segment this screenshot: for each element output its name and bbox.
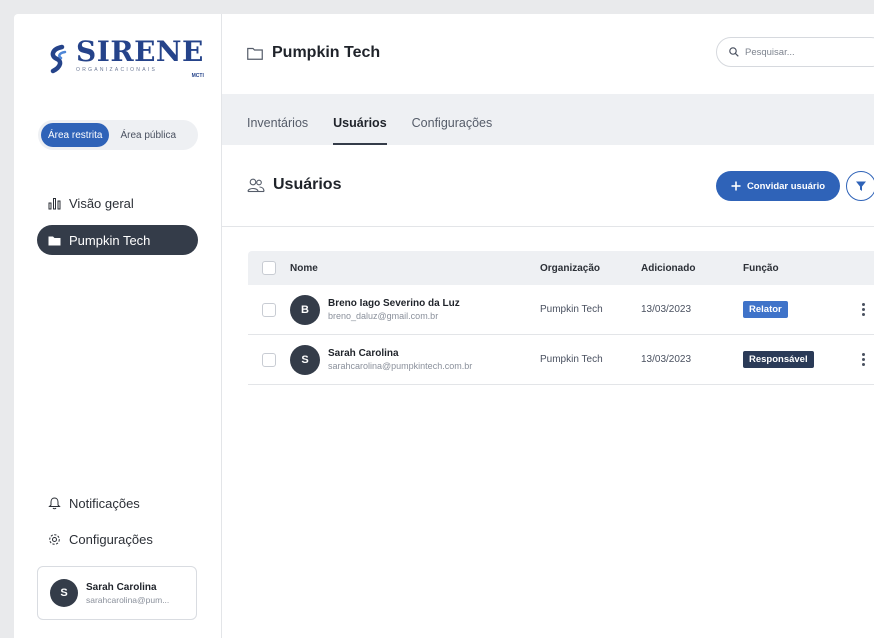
sidebar-item-pumpkin-tech[interactable]: Pumpkin Tech <box>37 225 198 255</box>
plus-icon <box>731 181 741 191</box>
more-options-icon[interactable] <box>858 349 869 370</box>
current-user-name: Sarah Carolina <box>86 581 157 593</box>
users-section-header: Usuários Convidar usuário <box>222 145 874 227</box>
avatar: B <box>290 294 320 325</box>
user-cell: B Breno Iago Severino da Luz breno_daluz… <box>290 294 540 325</box>
column-header-name[interactable]: Nome <box>290 263 540 274</box>
user-info: Breno Iago Severino da Luz breno_daluz@g… <box>328 298 460 321</box>
search-box <box>716 37 874 67</box>
filter-icon <box>856 181 866 191</box>
logo-name: SIRENE <box>76 35 204 68</box>
tab-settings[interactable]: Configurações <box>412 116 493 145</box>
user-name: Breno Iago Severino da Luz <box>328 298 460 309</box>
area-public-option[interactable]: Área pública <box>113 123 183 147</box>
sirene-logo-icon <box>50 44 67 73</box>
section-title-text: Usuários <box>273 176 342 193</box>
invite-user-button[interactable]: Convidar usuário <box>716 171 840 201</box>
bar-chart-icon <box>48 197 61 209</box>
sidebar-item-label: Notificações <box>69 495 140 511</box>
logo-text: SIRENE ORGANIZACIONAIS MCTI <box>76 38 204 79</box>
current-user-email: sarahcarolina@pum... <box>86 594 170 605</box>
gear-icon <box>49 533 60 545</box>
column-header-role[interactable]: Função <box>743 263 838 274</box>
invite-user-label: Convidar usuário <box>746 180 826 192</box>
user-organization: Pumpkin Tech <box>540 354 603 365</box>
row-checkbox[interactable] <box>262 352 276 367</box>
sidebar-item-label: Visão geral <box>69 195 134 211</box>
sidebar-item-label: Pumpkin Tech <box>69 232 151 248</box>
row-checkbox-cell <box>248 352 290 367</box>
row-checkbox[interactable] <box>262 302 276 317</box>
bell-icon <box>48 497 61 510</box>
header-checkbox-cell <box>248 261 290 275</box>
sidebar-item-settings[interactable]: Configurações <box>37 524 198 554</box>
users-icon <box>247 178 265 192</box>
table-row[interactable]: B Breno Iago Severino da Luz breno_daluz… <box>248 285 874 335</box>
user-email: sarahcarolina@pumpkintech.com.br <box>328 361 473 371</box>
sirene-logo[interactable]: SIRENE ORGANIZACIONAIS MCTI <box>46 38 204 79</box>
row-actions-cell <box>838 299 874 320</box>
user-added-date: 13/03/2023 <box>641 354 692 365</box>
app-window: SIRENE ORGANIZACIONAIS MCTI Área restrit… <box>14 14 874 638</box>
table-row[interactable]: S Sarah Carolina sarahcarolina@pumpkinte… <box>248 335 874 385</box>
tab-inventories[interactable]: Inventários <box>247 116 308 145</box>
row-checkbox-cell <box>248 302 290 317</box>
avatar: S <box>290 344 320 375</box>
user-info: Sarah Carolina sarahcarolina@pumpkintech… <box>328 348 472 371</box>
folder-icon <box>48 236 61 245</box>
main-content: Pumpkin Tech Inventários Usuários Config… <box>222 14 874 638</box>
tab-users[interactable]: Usuários <box>333 116 387 145</box>
current-user-info: Sarah Carolina sarahcarolina@pum... <box>86 582 169 605</box>
column-header-organization[interactable]: Organização <box>540 263 641 274</box>
filter-button[interactable] <box>846 171 874 201</box>
column-header-added[interactable]: Adicionado <box>641 263 743 274</box>
sidebar-item-overview[interactable]: Visão geral <box>37 188 198 218</box>
page-title: Pumpkin Tech <box>247 44 380 62</box>
logo-ministry: MCTI <box>191 73 204 79</box>
tabs-bar: Inventários Usuários Configurações <box>222 94 874 145</box>
users-table: Nome Organização Adicionado Função B Bre… <box>248 251 874 385</box>
select-all-checkbox[interactable] <box>262 261 276 275</box>
current-user-card[interactable]: S Sarah Carolina sarahcarolina@pum... <box>37 566 197 620</box>
table-header: Nome Organização Adicionado Função <box>248 251 874 285</box>
sidebar-item-label: Configurações <box>69 531 153 547</box>
search-input[interactable] <box>745 46 865 58</box>
area-toggle: Área restrita Área pública <box>38 120 198 150</box>
user-added-date: 13/03/2023 <box>641 304 692 315</box>
role-badge: Relator <box>743 301 788 318</box>
section-title: Usuários <box>247 176 341 194</box>
folder-icon <box>247 47 263 60</box>
role-cell: Responsável <box>743 351 838 368</box>
role-cell: Relator <box>743 301 838 318</box>
org-title-text: Pumpkin Tech <box>272 44 381 61</box>
more-options-icon[interactable] <box>858 299 869 320</box>
sidebar-item-notifications[interactable]: Notificações <box>37 488 198 518</box>
role-badge: Responsável <box>743 351 814 368</box>
logo-subtitle: ORGANIZACIONAIS <box>76 67 158 73</box>
row-actions-cell <box>838 349 874 370</box>
area-restricted-option[interactable]: Área restrita <box>41 123 110 147</box>
sidebar: SIRENE ORGANIZACIONAIS MCTI Área restrit… <box>14 14 222 638</box>
user-cell: S Sarah Carolina sarahcarolina@pumpkinte… <box>290 344 540 375</box>
user-organization: Pumpkin Tech <box>540 304 603 315</box>
avatar: S <box>50 579 78 607</box>
top-bar: Pumpkin Tech <box>222 14 874 94</box>
search-icon <box>729 47 739 57</box>
user-email: breno_daluz@gmail.com.br <box>328 311 439 321</box>
user-name: Sarah Carolina <box>328 348 399 359</box>
